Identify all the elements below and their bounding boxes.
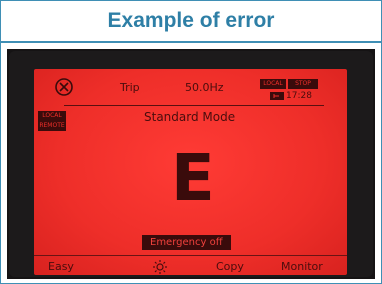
softkey-copy[interactable]: Copy xyxy=(216,260,244,273)
clock-icon xyxy=(270,92,284,100)
softkey-monitor[interactable]: Monitor xyxy=(281,260,323,273)
clock-time: 17:28 xyxy=(286,91,312,101)
panel-header: Example of error xyxy=(1,1,381,41)
error-circle-x-icon xyxy=(55,78,73,96)
stop-status-badge: STOP xyxy=(288,79,318,89)
local-remote-badge: LOCAL REMOTE xyxy=(38,111,66,131)
operation-mode-label: Standard Mode xyxy=(144,110,236,124)
frequency-readout: 50.0Hz xyxy=(185,81,224,94)
trip-label: Trip xyxy=(120,81,140,94)
lcd-screen: Trip 50.0Hz LOCAL STOP 17:28 LOCAL REMOT… xyxy=(34,69,347,275)
local-mode-badge: LOCAL xyxy=(260,79,286,89)
example-panel: Example of error Trip 50.0Hz LOCAL STOP … xyxy=(0,0,382,284)
sun-brightness-icon[interactable] xyxy=(152,260,168,274)
softkey-easy[interactable]: Easy xyxy=(48,260,74,273)
mode-divider xyxy=(64,105,324,106)
softkey-divider xyxy=(34,255,347,256)
error-message: Emergency off xyxy=(142,235,231,250)
keypad-display-photo: Trip 50.0Hz LOCAL STOP 17:28 LOCAL REMOT… xyxy=(7,49,375,279)
header-divider xyxy=(1,41,381,43)
panel-title: Example of error xyxy=(107,9,275,32)
error-code: E xyxy=(171,142,215,216)
